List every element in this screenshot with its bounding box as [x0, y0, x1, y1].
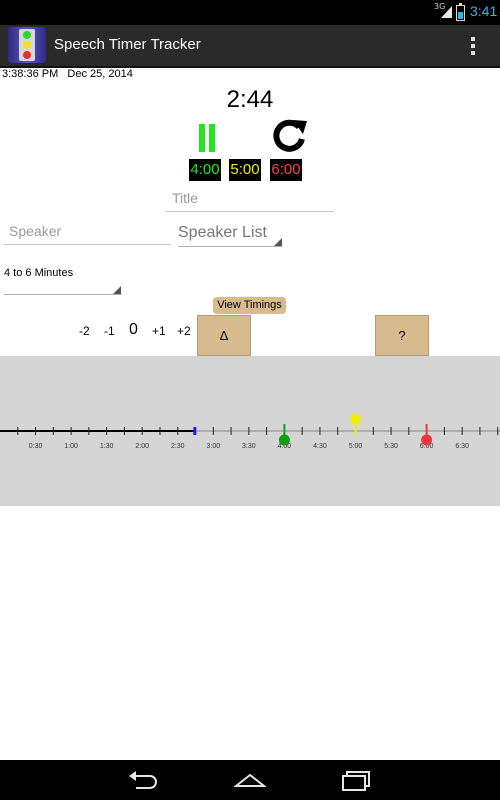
timeline-tick-label: 3:30 [242, 443, 256, 450]
pause-icon[interactable] [197, 124, 217, 152]
action-bar: Speech Timer Tracker [0, 25, 500, 68]
timeline-ruler: 0:30 1:00 1:30 2:00 2:30 3:00 3:30 4:00 4:30 5:00… [0, 413, 500, 450]
adjust-plus-2[interactable]: +2 [177, 324, 191, 338]
timeline-tick-label: 2:30 [171, 443, 185, 450]
timeline-tick-label: 5:30 [384, 443, 398, 450]
speaker-input[interactable]: Speaker [9, 223, 61, 239]
timeline-tick-label: 5:00 [349, 443, 363, 450]
timeline-tick-label: 2:00 [135, 443, 149, 450]
speaker-list-underline [178, 246, 282, 247]
app-title: Speech Timer Tracker [54, 36, 201, 53]
speaker-underline [4, 244, 171, 245]
duration-underline [4, 294, 122, 295]
spinner-arrow-icon [113, 286, 121, 294]
red-marker [421, 434, 433, 446]
timeline-tick-label: 0:30 [29, 443, 43, 450]
elapsed-time: 2:44 [226, 86, 274, 113]
adjust-plus-1[interactable]: +1 [152, 324, 166, 338]
reset-icon[interactable] [270, 117, 310, 155]
timeline-tick-label: 6:30 [455, 443, 469, 450]
title-underline [166, 211, 334, 212]
battery-icon [456, 3, 465, 21]
timeline-tick-label: 3:00 [206, 443, 220, 450]
timeline-tick-label: 1:00 [64, 443, 78, 450]
current-datetime: 3:38:36 PM Dec 25, 2014 [2, 68, 133, 80]
home-icon[interactable] [234, 772, 266, 788]
yellow-time-box[interactable]: 5:00 [229, 159, 261, 181]
adjust-minus-2[interactable]: -2 [79, 324, 90, 338]
view-timings-button[interactable]: View Timings [213, 297, 286, 314]
speaker-list-label: Speaker List [178, 224, 267, 241]
green-marker [278, 434, 290, 446]
delta-button[interactable]: Δ [197, 315, 251, 356]
timeline-panel: 0:30 1:00 1:30 2:00 2:30 3:00 3:30 4:00 4:30 5:00… [0, 356, 500, 506]
elapsed-position-marker [193, 427, 197, 435]
signal-icon [441, 6, 452, 18]
back-icon[interactable] [126, 770, 160, 790]
overflow-menu-icon[interactable] [466, 35, 480, 57]
adjust-minus-1[interactable]: -1 [104, 324, 115, 338]
red-time-box[interactable]: 6:00 [270, 159, 302, 181]
title-input[interactable]: Title [172, 190, 198, 206]
status-bar: 3G 3:41 [0, 0, 500, 25]
traffic-light-icon [8, 27, 46, 63]
adjust-zero[interactable]: 0 [129, 321, 138, 339]
duration-selected: 4 to 6 Minutes [4, 267, 74, 279]
spinner-arrow-icon [274, 238, 282, 246]
status-clock: 3:41 [470, 3, 498, 19]
timeline-tick-label: 4:30 [313, 443, 327, 450]
navigation-bar [0, 760, 500, 800]
timeline-tick-label: 1:30 [100, 443, 114, 450]
recents-icon[interactable] [341, 770, 373, 792]
yellow-marker [350, 413, 361, 425]
green-time-box[interactable]: 4:00 [189, 159, 221, 181]
help-button[interactable]: ? [375, 315, 429, 356]
